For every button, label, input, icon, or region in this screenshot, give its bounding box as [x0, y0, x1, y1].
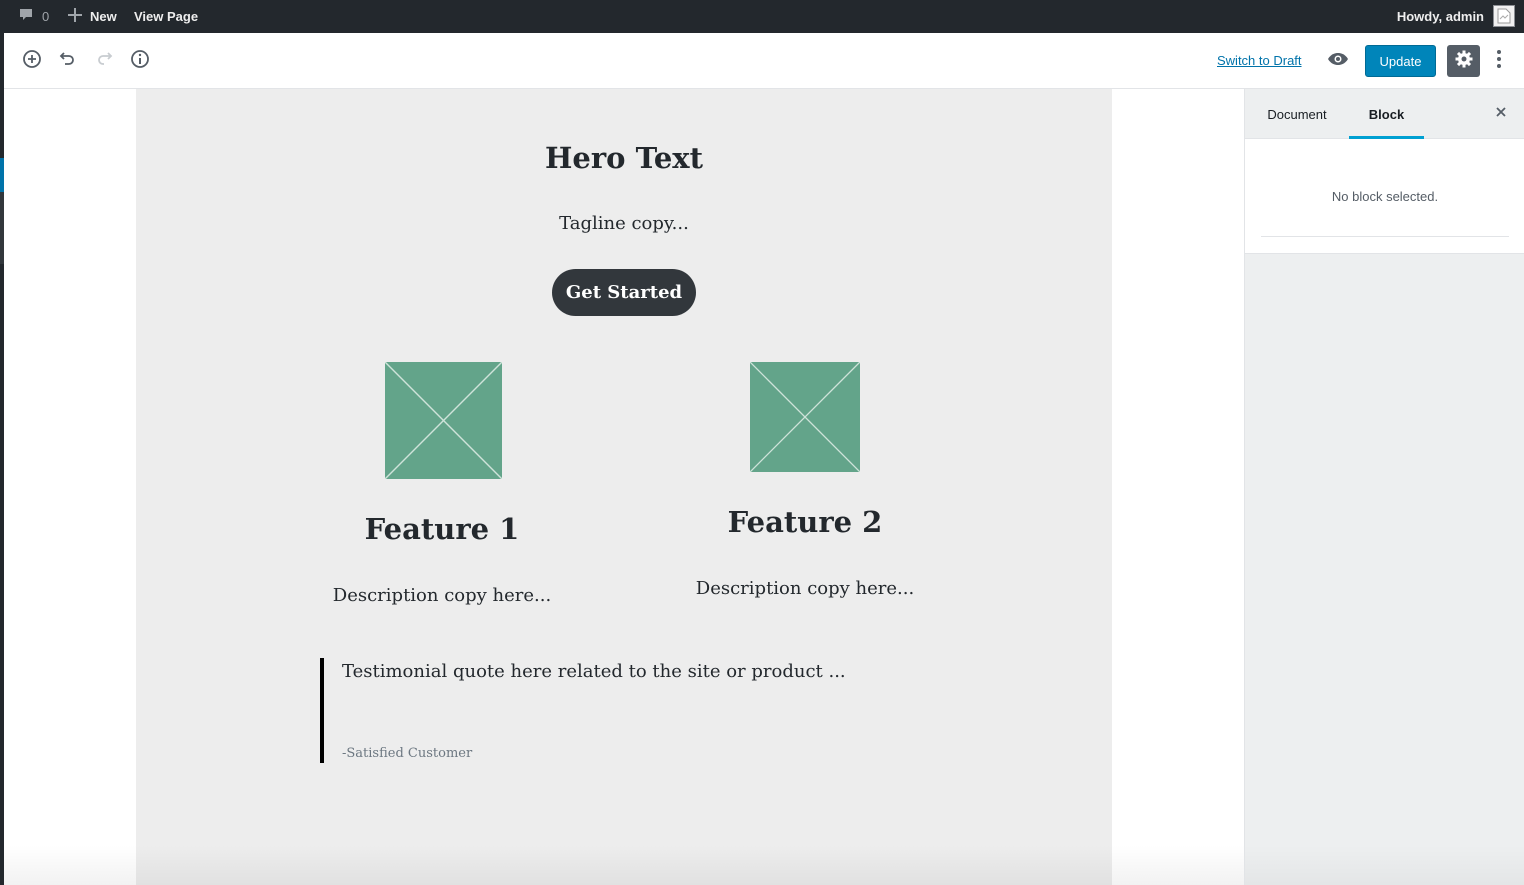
preview-button[interactable] [1324, 47, 1352, 75]
testimonial-text[interactable]: Testimonial quote here related to the si… [342, 661, 846, 682]
testimonial-citation[interactable]: -Satisfied Customer [342, 746, 472, 761]
admin-bar: 0 New View Page Howdy, admin [0, 0, 1524, 33]
comments-count: 0 [42, 9, 50, 24]
new-content-link[interactable]: New [68, 0, 117, 33]
editor-header: Switch to Draft Update [4, 33, 1524, 89]
feature-1-description[interactable]: Description copy here... [312, 585, 572, 606]
feature-2-description[interactable]: Description copy here... [675, 578, 935, 599]
settings-sidebar: Document Block No block selected. [1244, 89, 1524, 885]
editor-canvas[interactable]: Hero Text Tagline copy... Get Started Fe… [136, 89, 1112, 885]
sidebar-tabs: Document Block [1245, 89, 1524, 139]
no-block-selected-message: No block selected. [1331, 189, 1439, 204]
testimonial-quote[interactable]: Testimonial quote here related to the si… [320, 658, 920, 763]
image-placeholder-icon [385, 362, 502, 479]
sidebar-bottom-fade [1245, 845, 1524, 885]
close-icon [1495, 105, 1507, 123]
hero-heading[interactable]: Hero Text [136, 141, 1112, 175]
info-icon [130, 49, 150, 74]
switch-to-draft-link[interactable]: Switch to Draft [1217, 53, 1302, 68]
undo-button[interactable] [54, 47, 82, 75]
new-label: New [90, 9, 117, 24]
view-page-link[interactable]: View Page [134, 0, 198, 33]
undo-icon [58, 49, 78, 74]
comments-link[interactable]: 0 [18, 0, 49, 33]
account-menu[interactable]: Howdy, admin [1397, 0, 1484, 33]
feature-1-image[interactable] [385, 362, 502, 479]
tab-document[interactable]: Document [1257, 89, 1337, 139]
plus-circle-icon [22, 49, 42, 74]
feature-1-heading[interactable]: Feature 1 [342, 512, 542, 546]
vertical-ellipsis-icon [1497, 49, 1501, 73]
add-block-button[interactable] [18, 47, 46, 75]
update-button[interactable]: Update [1365, 45, 1436, 77]
plus-icon [68, 8, 82, 25]
tagline-paragraph[interactable]: Tagline copy... [136, 213, 1112, 234]
gear-icon [1454, 49, 1474, 74]
image-placeholder-icon [750, 362, 860, 472]
tab-block[interactable]: Block [1349, 89, 1424, 139]
close-sidebar-button[interactable] [1489, 102, 1513, 126]
feature-2-heading[interactable]: Feature 2 [705, 505, 905, 539]
comment-icon [18, 7, 34, 26]
settings-button[interactable] [1447, 45, 1480, 77]
block-inspector-panel: No block selected. [1245, 139, 1524, 254]
eye-icon [1327, 51, 1349, 72]
more-options-button[interactable] [1489, 47, 1509, 75]
redo-icon [94, 49, 114, 74]
panel-divider [1261, 236, 1509, 237]
redo-button[interactable] [90, 47, 118, 75]
avatar[interactable] [1493, 5, 1515, 27]
feature-2-image[interactable] [750, 362, 860, 472]
bottom-fade [4, 845, 1244, 885]
get-started-button[interactable]: Get Started [552, 269, 696, 316]
editor-content-area: Hero Text Tagline copy... Get Started Fe… [4, 89, 1244, 885]
content-structure-button[interactable] [126, 47, 154, 75]
